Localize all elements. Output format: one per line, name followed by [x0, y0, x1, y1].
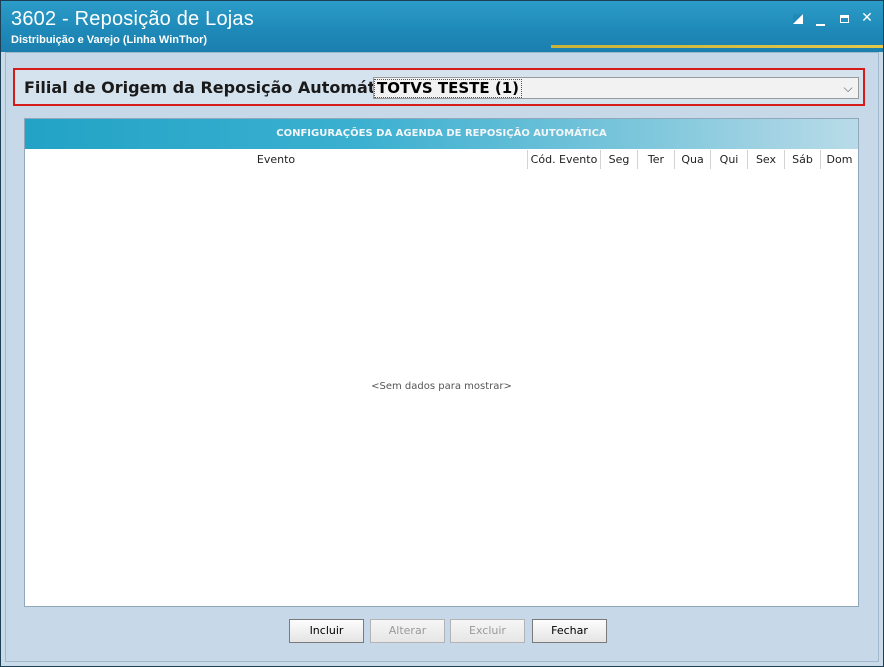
column-header-sab[interactable]: Sáb	[785, 150, 821, 169]
incluir-button[interactable]: Incluir	[289, 619, 364, 643]
minimize-button[interactable]	[811, 9, 829, 27]
maximize-icon	[839, 15, 849, 23]
column-header-sex[interactable]: Sex	[748, 150, 785, 169]
title-bar[interactable]: 3602 - Reposição de Lojas Distribuição e…	[1, 1, 883, 52]
chevron-down-icon[interactable]: ⌵	[839, 79, 857, 97]
agenda-grid[interactable]: CONFIGURAÇÕES DA AGENDA DE REPOSIÇÃO AUT…	[24, 118, 859, 607]
column-header-seg[interactable]: Seg	[601, 150, 638, 169]
maximize-button[interactable]	[835, 9, 853, 27]
window-subtitle: Distribuição e Varejo (Linha WinThor)	[11, 34, 208, 46]
filial-selected-value: TOTVS TESTE (1)	[374, 79, 522, 98]
close-button[interactable]: ✕	[858, 9, 876, 27]
main-content: Filial de Origem da Reposição Automática…	[5, 52, 879, 662]
restore-icon	[793, 14, 803, 24]
filial-origem-section: Filial de Origem da Reposição Automática…	[13, 68, 865, 106]
restore-button[interactable]	[789, 9, 807, 27]
grid-title: CONFIGURAÇÕES DA AGENDA DE REPOSIÇÃO AUT…	[25, 119, 858, 149]
column-header-ter[interactable]: Ter	[638, 150, 675, 169]
title-accent-line	[551, 45, 883, 48]
column-header-evento[interactable]: Evento	[25, 150, 528, 169]
minimize-icon	[815, 24, 825, 26]
filial-origem-label: Filial de Origem da Reposição Automática	[24, 78, 402, 97]
app-window: 3602 - Reposição de Lojas Distribuição e…	[0, 0, 884, 667]
grid-column-headers: Evento Cód. Evento Seg Ter Qua Qui Sex S…	[25, 150, 858, 169]
excluir-button[interactable]: Excluir	[450, 619, 525, 643]
column-header-cod-evento[interactable]: Cód. Evento	[528, 150, 601, 169]
alterar-button[interactable]: Alterar	[370, 619, 445, 643]
column-header-dom[interactable]: Dom	[821, 150, 858, 169]
fechar-button[interactable]: Fechar	[532, 619, 607, 643]
close-icon: ✕	[861, 10, 873, 26]
column-header-qua[interactable]: Qua	[675, 150, 711, 169]
window-title: 3602 - Reposição de Lojas	[11, 8, 254, 30]
grid-empty-message: <Sem dados para mostrar>	[371, 381, 512, 392]
filial-origem-select[interactable]: TOTVS TESTE (1) ⌵	[373, 77, 859, 99]
column-header-qui[interactable]: Qui	[711, 150, 748, 169]
